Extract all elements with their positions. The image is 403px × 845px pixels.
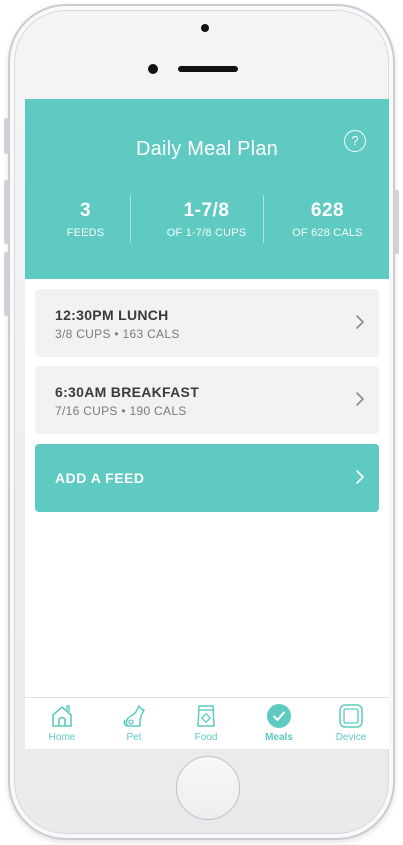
mute-switch <box>4 118 9 154</box>
front-camera <box>148 64 158 74</box>
power-button <box>394 190 399 254</box>
tab-home[interactable]: Home <box>26 702 98 743</box>
tab-label: Home <box>48 732 76 743</box>
daily-stats: 3 FEEDS 1-7/8 OF 1-7/8 CUPS 628 OF 628 C… <box>25 200 389 250</box>
feed-item-lunch[interactable]: 12:30PM LUNCH 3/8 CUPS • 163 CALS <box>35 289 379 357</box>
feed-detail: 7/16 CUPS • 190 CALS <box>55 404 187 418</box>
stat-cups: 1-7/8 OF 1-7/8 CUPS <box>146 200 267 239</box>
meal-plan-header: Daily Meal Plan ? 3 FEEDS 1-7/8 OF 1-7/8… <box>25 99 389 279</box>
food-bag-icon <box>197 705 215 727</box>
pet-icon <box>123 705 145 727</box>
page-title: Daily Meal Plan <box>136 138 278 160</box>
add-feed-button[interactable]: ADD A FEED <box>35 444 379 512</box>
stat-calories: 628 OF 628 CALS <box>267 200 388 239</box>
bottom-tab-bar: Home Pet Food Meals Device <box>25 697 389 749</box>
feed-title: 6:30AM BREAKFAST <box>55 384 200 400</box>
app-screen: Daily Meal Plan ? 3 FEEDS 1-7/8 OF 1-7/8… <box>25 99 389 749</box>
stat-label: OF 628 CALS <box>292 227 363 239</box>
stat-feeds: 3 FEEDS <box>25 200 146 239</box>
device-icon <box>339 704 363 728</box>
stat-value: 628 <box>310 200 345 221</box>
tab-label: Meals <box>265 732 293 743</box>
tab-pet[interactable]: Pet <box>98 702 170 743</box>
help-icon[interactable]: ? <box>344 130 366 152</box>
chevron-right-icon <box>356 470 364 484</box>
check-circle-icon <box>267 704 291 728</box>
phone-home-button[interactable] <box>176 756 240 820</box>
stat-value: 1-7/8 <box>183 200 230 221</box>
stat-label: OF 1-7/8 CUPS <box>166 227 247 239</box>
chevron-right-icon <box>356 392 364 406</box>
volume-down-button <box>4 252 9 316</box>
add-feed-label: ADD A FEED <box>55 470 145 486</box>
tab-device[interactable]: Device <box>315 702 387 743</box>
feed-detail: 3/8 CUPS • 163 CALS <box>55 327 180 341</box>
feed-item-breakfast[interactable]: 6:30AM BREAKFAST 7/16 CUPS • 190 CALS <box>35 366 379 434</box>
chevron-right-icon <box>356 315 364 329</box>
proximity-sensor <box>201 24 209 32</box>
stat-label: FEEDS <box>66 227 105 239</box>
tab-label: Pet <box>126 732 142 743</box>
tab-meals[interactable]: Meals <box>243 702 315 743</box>
stat-value: 3 <box>79 200 92 221</box>
tab-food[interactable]: Food <box>170 702 242 743</box>
tab-label: Food <box>194 732 218 743</box>
home-icon <box>52 705 72 727</box>
volume-up-button <box>4 180 9 244</box>
feed-title: 12:30PM LUNCH <box>55 307 169 323</box>
earpiece-speaker <box>178 66 238 72</box>
tab-label: Device <box>335 732 367 743</box>
